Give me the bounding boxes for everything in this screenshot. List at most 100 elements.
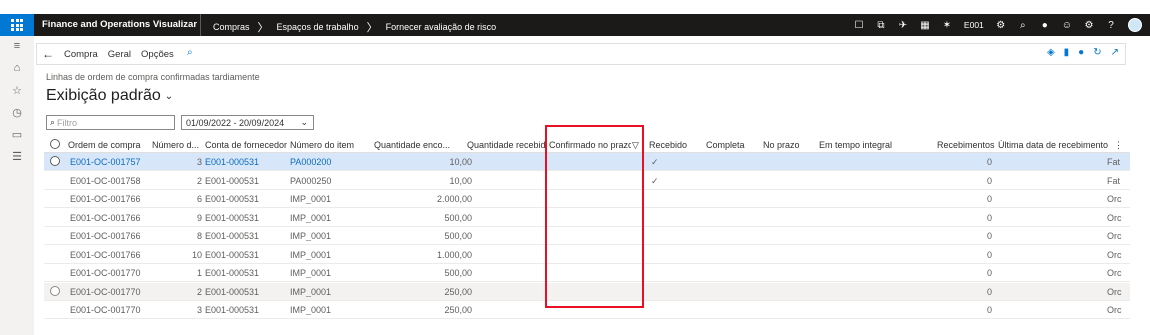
header-ontime[interactable]: No prazo — [763, 140, 813, 150]
cell-vendor[interactable]: E001-000531 — [205, 176, 285, 186]
smiley-icon[interactable]: ☺ — [1062, 20, 1072, 31]
new-window-icon[interactable]: ⧉ — [876, 20, 886, 31]
search-icon[interactable]: ⌕ — [1018, 20, 1028, 31]
cell-qty: 500,00 — [444, 231, 472, 241]
cell-item[interactable]: IMP_0001 — [290, 194, 360, 204]
cell-po[interactable]: E001-OC-001758 — [70, 176, 150, 186]
cell-vendor[interactable]: E001-000531 — [205, 305, 285, 315]
tab-opcoes[interactable]: Opções — [141, 49, 174, 60]
chat-icon[interactable]: ● — [1040, 20, 1050, 31]
clock-icon[interactable]: ◷ — [0, 106, 34, 119]
table-row[interactable]: E001-OC-001766 10 E001-000531 IMP_0001 1.000… — [44, 246, 1130, 264]
header-po[interactable]: Ordem de compra — [68, 140, 148, 150]
header-receipts[interactable]: Recebimentos — [937, 140, 997, 150]
home-icon[interactable]: ⌂ — [0, 62, 34, 74]
cell-line: 2 — [196, 286, 202, 297]
cell-vendor[interactable]: E001-000531 — [205, 213, 285, 223]
table-row[interactable]: E001-OC-001766 9 E001-000531 IMP_0001 500,00… — [44, 209, 1130, 227]
hamburger-icon[interactable]: ≡ — [0, 40, 34, 52]
cell-item[interactable]: IMP_0001 — [290, 268, 360, 278]
table-row[interactable]: E001-OC-001770 3 E001-000531 IMP_0001 250,00… — [44, 301, 1130, 319]
cell-item[interactable]: IMP_0001 — [290, 250, 360, 260]
avatar[interactable] — [1128, 18, 1142, 32]
select-all-radio[interactable] — [50, 139, 60, 149]
cell-line: 6 — [196, 194, 202, 204]
gear-icon[interactable]: ⚙ — [996, 20, 1006, 31]
table-row[interactable]: E001-OC-001770 1 E001-000531 IMP_0001 500,00… — [44, 264, 1130, 282]
cell-vendor[interactable]: E001-000531 — [205, 157, 285, 167]
cell-receipts: 0 — [986, 268, 992, 278]
table-row[interactable]: E001-OC-001766 6 E001-000531 IMP_0001 2.000,… — [44, 190, 1130, 208]
top-bar: Finance and Operations Visualizar Compra… — [0, 0, 1150, 49]
office-icon[interactable]: ▮ — [1064, 47, 1070, 58]
cell-po[interactable]: E001-OC-001757 — [70, 157, 150, 167]
app-launcher-button[interactable] — [0, 14, 34, 36]
breadcrumb-item-compras[interactable]: Compras — [213, 22, 250, 32]
header-item[interactable]: Número do item — [290, 140, 360, 150]
cell-item[interactable]: IMP_0001 — [290, 305, 360, 315]
header-received-qty[interactable]: Quantidade recebida — [467, 140, 547, 150]
breadcrumb-item-workspaces[interactable]: Espaços de trabalho — [277, 22, 359, 32]
back-arrow-icon[interactable]: ← — [42, 47, 54, 61]
row-select-radio[interactable] — [50, 285, 60, 296]
header-last-date[interactable]: Última data de recebimento — [998, 140, 1110, 150]
diamond-icon[interactable]: ◈ — [1047, 47, 1055, 58]
date-range-select[interactable]: 01/09/2022 - 20/09/2024 ⌄ — [181, 115, 314, 130]
cell-vendor[interactable]: E001-000531 — [205, 194, 285, 204]
view-selector[interactable]: Exibição padrão ⌄ — [46, 87, 173, 105]
cell-vendor[interactable]: E001-000531 — [205, 231, 285, 241]
header-in-full[interactable]: Em tempo integral — [819, 140, 909, 150]
window-icon[interactable]: ☐ — [854, 20, 864, 31]
rocket-icon[interactable]: ✈ — [898, 20, 908, 31]
company-picker[interactable]: E001 — [964, 20, 984, 30]
star-icon[interactable]: ☆ — [0, 84, 34, 97]
tab-geral[interactable]: Geral — [108, 49, 131, 60]
row-select-radio[interactable] — [50, 156, 60, 166]
refresh-icon[interactable]: ↻ — [1093, 47, 1101, 58]
help-icon[interactable]: ? — [1106, 20, 1116, 31]
cell-item[interactable]: IMP_0001 — [290, 213, 360, 223]
cell-item[interactable]: IMP_0001 — [290, 287, 360, 297]
cell-po[interactable]: E001-OC-001766 — [70, 250, 150, 260]
tab-compra[interactable]: Compra — [64, 49, 98, 60]
cell-po[interactable]: E001-OC-001766 — [70, 213, 150, 223]
cell-item[interactable]: IMP_0001 — [290, 231, 360, 241]
cell-po[interactable]: E001-OC-001770 — [70, 287, 150, 297]
cell-po[interactable]: E001-OC-001770 — [70, 305, 150, 315]
date-range-value: 01/09/2022 - 20/09/2024 — [186, 117, 285, 128]
header-confirmed[interactable]: Confirmado no prazo — [549, 140, 631, 150]
cell-line: 3 — [196, 157, 202, 167]
table-row[interactable]: E001-OC-001766 8 E001-000531 IMP_0001 500,00… — [44, 227, 1130, 245]
cell-po[interactable]: E001-OC-001766 — [70, 194, 150, 204]
header-received[interactable]: Recebido — [649, 140, 699, 150]
cell-vendor[interactable]: E001-000531 — [205, 250, 285, 260]
header-qty[interactable]: Quantidade enco... — [374, 140, 454, 150]
settings-icon[interactable]: ⚙ — [1084, 20, 1094, 31]
open-new-icon[interactable]: ↗ — [1111, 47, 1119, 58]
header-complete[interactable]: Completa — [706, 140, 756, 150]
filter-input[interactable]: ⌕ Filtro — [46, 115, 175, 130]
cell-item[interactable]: PA000200 — [290, 157, 360, 167]
cell-po[interactable]: E001-OC-001770 — [70, 268, 150, 278]
table-row[interactable]: E001-OC-001758 2 E001-000531 PA000250 10,00 ✓… — [44, 172, 1130, 190]
cell-po[interactable]: E001-OC-001766 — [70, 231, 150, 241]
cell-vendor[interactable]: E001-000531 — [205, 287, 285, 297]
header-line[interactable]: Número d... — [152, 140, 202, 150]
workspace-icon[interactable]: ▭ — [0, 128, 34, 141]
header-vendor[interactable]: Conta de fornecedor — [205, 140, 291, 150]
cell-vendor[interactable]: E001-000531 — [205, 268, 285, 278]
app-title[interactable]: Finance and Operations Visualizar — [42, 19, 197, 30]
table-row[interactable]: E001-OC-001757 3 E001-000531 PA000200 10,00 ✓… — [44, 153, 1130, 171]
notification-icon[interactable]: ● — [1078, 47, 1084, 58]
cell-item[interactable]: PA000250 — [290, 176, 360, 186]
cell-qty: 10,00 — [449, 175, 472, 186]
calculator-icon[interactable]: ▦ — [920, 20, 930, 31]
modules-icon[interactable]: ☰ — [0, 150, 34, 163]
column-options-icon[interactable]: ⋮ — [1114, 140, 1122, 151]
search-icon[interactable]: ⌕ — [187, 47, 193, 58]
filter-funnel-icon[interactable]: ▽ — [632, 140, 642, 151]
table-row[interactable]: E001-OC-001770 2 E001-000531 IMP_0001 250,00… — [44, 282, 1130, 301]
breadcrumb-item-risk[interactable]: Fornecer avaliação de risco — [386, 22, 497, 32]
waffle-icon — [11, 19, 23, 31]
magic-wand-icon[interactable]: ✶ — [942, 20, 952, 31]
